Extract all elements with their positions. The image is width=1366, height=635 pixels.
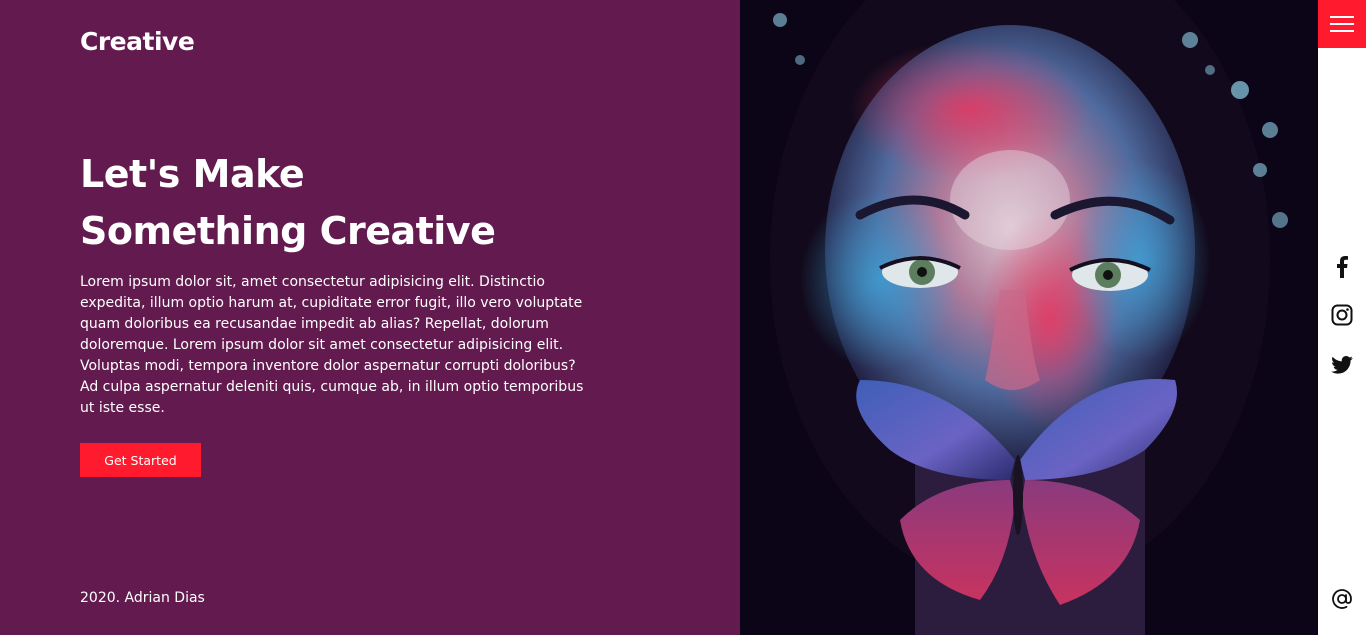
hamburger-menu-button[interactable]: [1318, 0, 1366, 48]
intro-panel: Creative Let's Make Something Creative L…: [0, 0, 740, 635]
social-sidebar: [1318, 0, 1366, 635]
brand-logo[interactable]: Creative: [80, 27, 195, 56]
hero-image: [740, 0, 1318, 635]
painted-face-illustration: [740, 0, 1318, 635]
facebook-icon: [1337, 256, 1348, 278]
email-link[interactable]: [1330, 587, 1354, 611]
intro-description: Lorem ipsum dolor sit, amet consectetur …: [80, 274, 584, 416]
copyright-text: 2020. Adrian Dias: [80, 590, 205, 606]
instagram-link[interactable]: [1330, 303, 1354, 327]
twitter-link[interactable]: [1330, 353, 1354, 377]
at-sign-icon: [1332, 589, 1352, 609]
twitter-icon: [1331, 356, 1353, 374]
headline-line-2: Something Creative: [80, 209, 496, 253]
facebook-link[interactable]: [1330, 255, 1354, 279]
headline-line-1: Let's Make: [80, 152, 305, 196]
get-started-button[interactable]: Get Started: [80, 443, 201, 477]
hamburger-icon: [1330, 16, 1354, 18]
page-headline: Let's Make Something Creative: [80, 146, 680, 260]
instagram-icon: [1331, 304, 1353, 326]
